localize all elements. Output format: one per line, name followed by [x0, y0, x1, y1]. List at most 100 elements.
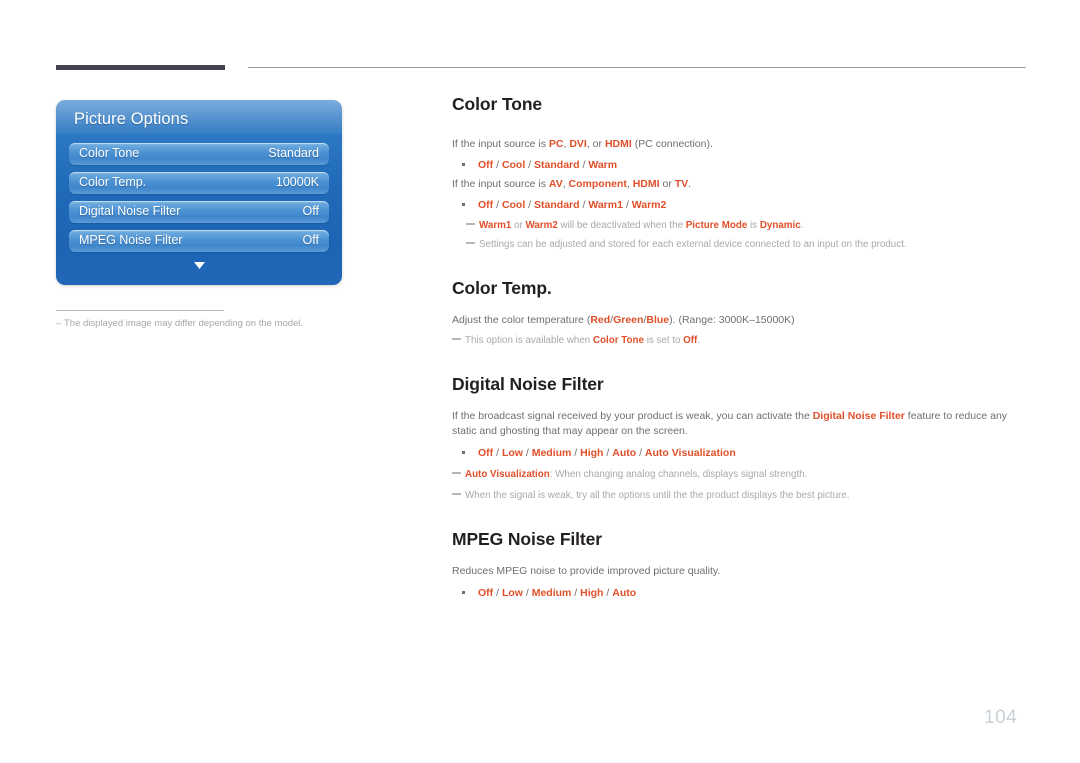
option-values: Off / Low / Medium / High / Auto / Auto … — [478, 447, 736, 459]
osd-row-color-tone[interactable]: Color Tone Standard — [69, 143, 329, 165]
text-fragment: If the input source is — [452, 178, 549, 190]
option-value: Warm1 — [588, 199, 623, 211]
option-value: Standard — [534, 199, 580, 211]
option-value: Low — [501, 587, 523, 599]
option-value: Off — [478, 159, 494, 171]
color-tone-note-2: Settings can be adjusted and stored for … — [466, 237, 1030, 252]
source-component: Component — [568, 178, 627, 190]
text-fragment: or — [659, 178, 675, 190]
osd-menu-title: Picture Options — [74, 110, 189, 128]
content-column: Color Tone If the input source is PC, DV… — [452, 94, 1030, 601]
option-value: Auto — [612, 587, 637, 599]
color-tone-note-1: Warm1 or Warm2 will be deactivated when … — [466, 218, 1030, 233]
option-value: Standard — [534, 159, 580, 171]
option-value: Warm — [588, 159, 618, 171]
text-fragment: will be deactivated when the — [557, 220, 686, 231]
osd-row-label: Color Tone — [79, 146, 140, 160]
text-fragment: Settings can be adjusted and stored for … — [479, 239, 907, 250]
page-title-mpeg-noise-filter: MPEG Noise Filter — [452, 529, 602, 549]
option-value: Cool — [501, 159, 526, 171]
mpeg-noise-filter-options-list: Off / Low / Medium / High / Auto — [452, 585, 1030, 601]
text-fragment: . — [697, 335, 701, 346]
osd-row-value: Off — [302, 204, 319, 218]
text-fragment: is set to — [643, 335, 684, 346]
header-rule-accent — [56, 65, 225, 70]
text-fragment: . — [800, 220, 804, 231]
page-title-color-tone: Color Tone — [452, 94, 543, 114]
source-hdmi: HDMI — [632, 178, 660, 190]
option-values: Off / Cool / Standard / Warm1 / Warm2 — [478, 199, 666, 211]
option-value: Auto Visualization — [644, 447, 736, 459]
text-fragment: Warm1 — [479, 220, 512, 231]
osd-row-digital-noise-filter[interactable]: Digital Noise Filter Off — [69, 201, 329, 223]
text-fragment: This option is available when — [465, 335, 593, 346]
text-fragment: , or — [586, 138, 605, 150]
option-separator: / — [493, 199, 502, 211]
osd-row-label: Color Temp. — [79, 175, 147, 189]
color-tone-intro-2: If the input source is AV, Component, HD… — [452, 177, 1030, 192]
option-separator: / — [525, 159, 535, 171]
text-fragment: Adjust the color temperature ( — [452, 314, 591, 326]
source-hdmi: HDMI — [604, 138, 632, 150]
option-value: Blue — [646, 314, 670, 326]
section-digital-noise-filter: Digital Noise Filter If the broadcast si… — [452, 374, 1030, 503]
chevron-down-icon — [193, 262, 205, 269]
text-fragment: Dynamic — [759, 220, 801, 231]
option-separator: / — [522, 447, 532, 459]
osd-footnote: – The displayed image may differ dependin… — [56, 318, 386, 329]
color-temp-intro: Adjust the color temperature (Red/Green/… — [452, 313, 1030, 328]
text-fragment: is — [747, 220, 760, 231]
source-tv: TV — [674, 178, 689, 190]
option-value: High — [580, 587, 604, 599]
option-value: Off — [478, 447, 494, 459]
text-fragment: Warm2 — [525, 220, 558, 231]
option-value: Off — [478, 199, 494, 211]
osd-scroll-down[interactable] — [56, 256, 342, 269]
color-tone-options-list-1: Off / Cool / Standard / Warm — [452, 157, 1030, 173]
osd-row-mpeg-noise-filter[interactable]: MPEG Noise Filter Off — [69, 230, 329, 252]
text-fragment: Off — [683, 335, 698, 346]
text-fragment: If the broadcast signal received by your… — [452, 410, 813, 422]
list-item: Off / Low / Medium / High / Auto / Auto … — [452, 445, 1030, 461]
option-value: Auto — [612, 447, 637, 459]
text-fragment: : When changing analog channels, display… — [549, 469, 808, 480]
mpeg-noise-filter-intro: Reduces MPEG noise to provide improved p… — [452, 564, 1030, 579]
text-fragment: Color Tone — [592, 335, 644, 346]
osd-row-value: Off — [302, 233, 319, 247]
page-number: 104 — [984, 707, 1018, 728]
option-value: High — [580, 447, 604, 459]
osd-row-label: MPEG Noise Filter — [79, 233, 183, 247]
option-separator: / — [579, 199, 589, 211]
osd-row-label: Digital Noise Filter — [79, 204, 181, 218]
source-dvi: DVI — [569, 138, 587, 150]
color-tone-options-list-2: Off / Cool / Standard / Warm1 / Warm2 — [452, 197, 1030, 213]
option-value: Off — [478, 587, 494, 599]
osd-menu-panel: Picture Options Color Tone Standard Colo… — [56, 100, 342, 285]
option-value: Green — [613, 314, 644, 326]
section-mpeg-noise-filter: MPEG Noise Filter Reduces MPEG noise to … — [452, 529, 1030, 601]
list-item: Off / Cool / Standard / Warm — [452, 157, 1030, 173]
color-temp-note-1: This option is available when Color Tone… — [452, 333, 1030, 348]
section-color-temp: Color Temp. Adjust the color temperature… — [452, 278, 1030, 348]
option-separator: / — [493, 587, 502, 599]
option-value: Medium — [531, 447, 572, 459]
text-fragment: Reduces MPEG noise to provide improved p… — [452, 565, 721, 577]
list-item: Off / Low / Medium / High / Auto — [452, 585, 1030, 601]
osd-menu-rows: Color Tone Standard Color Temp. 10000K D… — [69, 143, 329, 259]
option-separator: / — [493, 159, 502, 171]
osd-footnote-text: The displayed image may differ depending… — [64, 318, 304, 329]
option-separator: / — [571, 587, 581, 599]
digital-noise-filter-note-1: Auto Visualization: When changing analog… — [452, 467, 1030, 482]
list-item: Off / Cool / Standard / Warm1 / Warm2 — [452, 197, 1030, 213]
option-separator: / — [603, 447, 613, 459]
source-pc: PC — [548, 138, 564, 150]
text-fragment: Auto Visualization — [465, 469, 550, 480]
osd-row-color-temp[interactable]: Color Temp. 10000K — [69, 172, 329, 194]
text-fragment: ). (Range: 3000K–15000K) — [669, 314, 795, 326]
option-value: Warm2 — [631, 199, 667, 211]
option-separator: / — [579, 159, 589, 171]
osd-footnote-rule — [56, 310, 224, 311]
text-fragment: When the signal is weak, try all the opt… — [465, 490, 850, 501]
digital-noise-filter-intro: If the broadcast signal received by your… — [452, 409, 1030, 439]
text-fragment: Picture Mode — [685, 220, 748, 231]
